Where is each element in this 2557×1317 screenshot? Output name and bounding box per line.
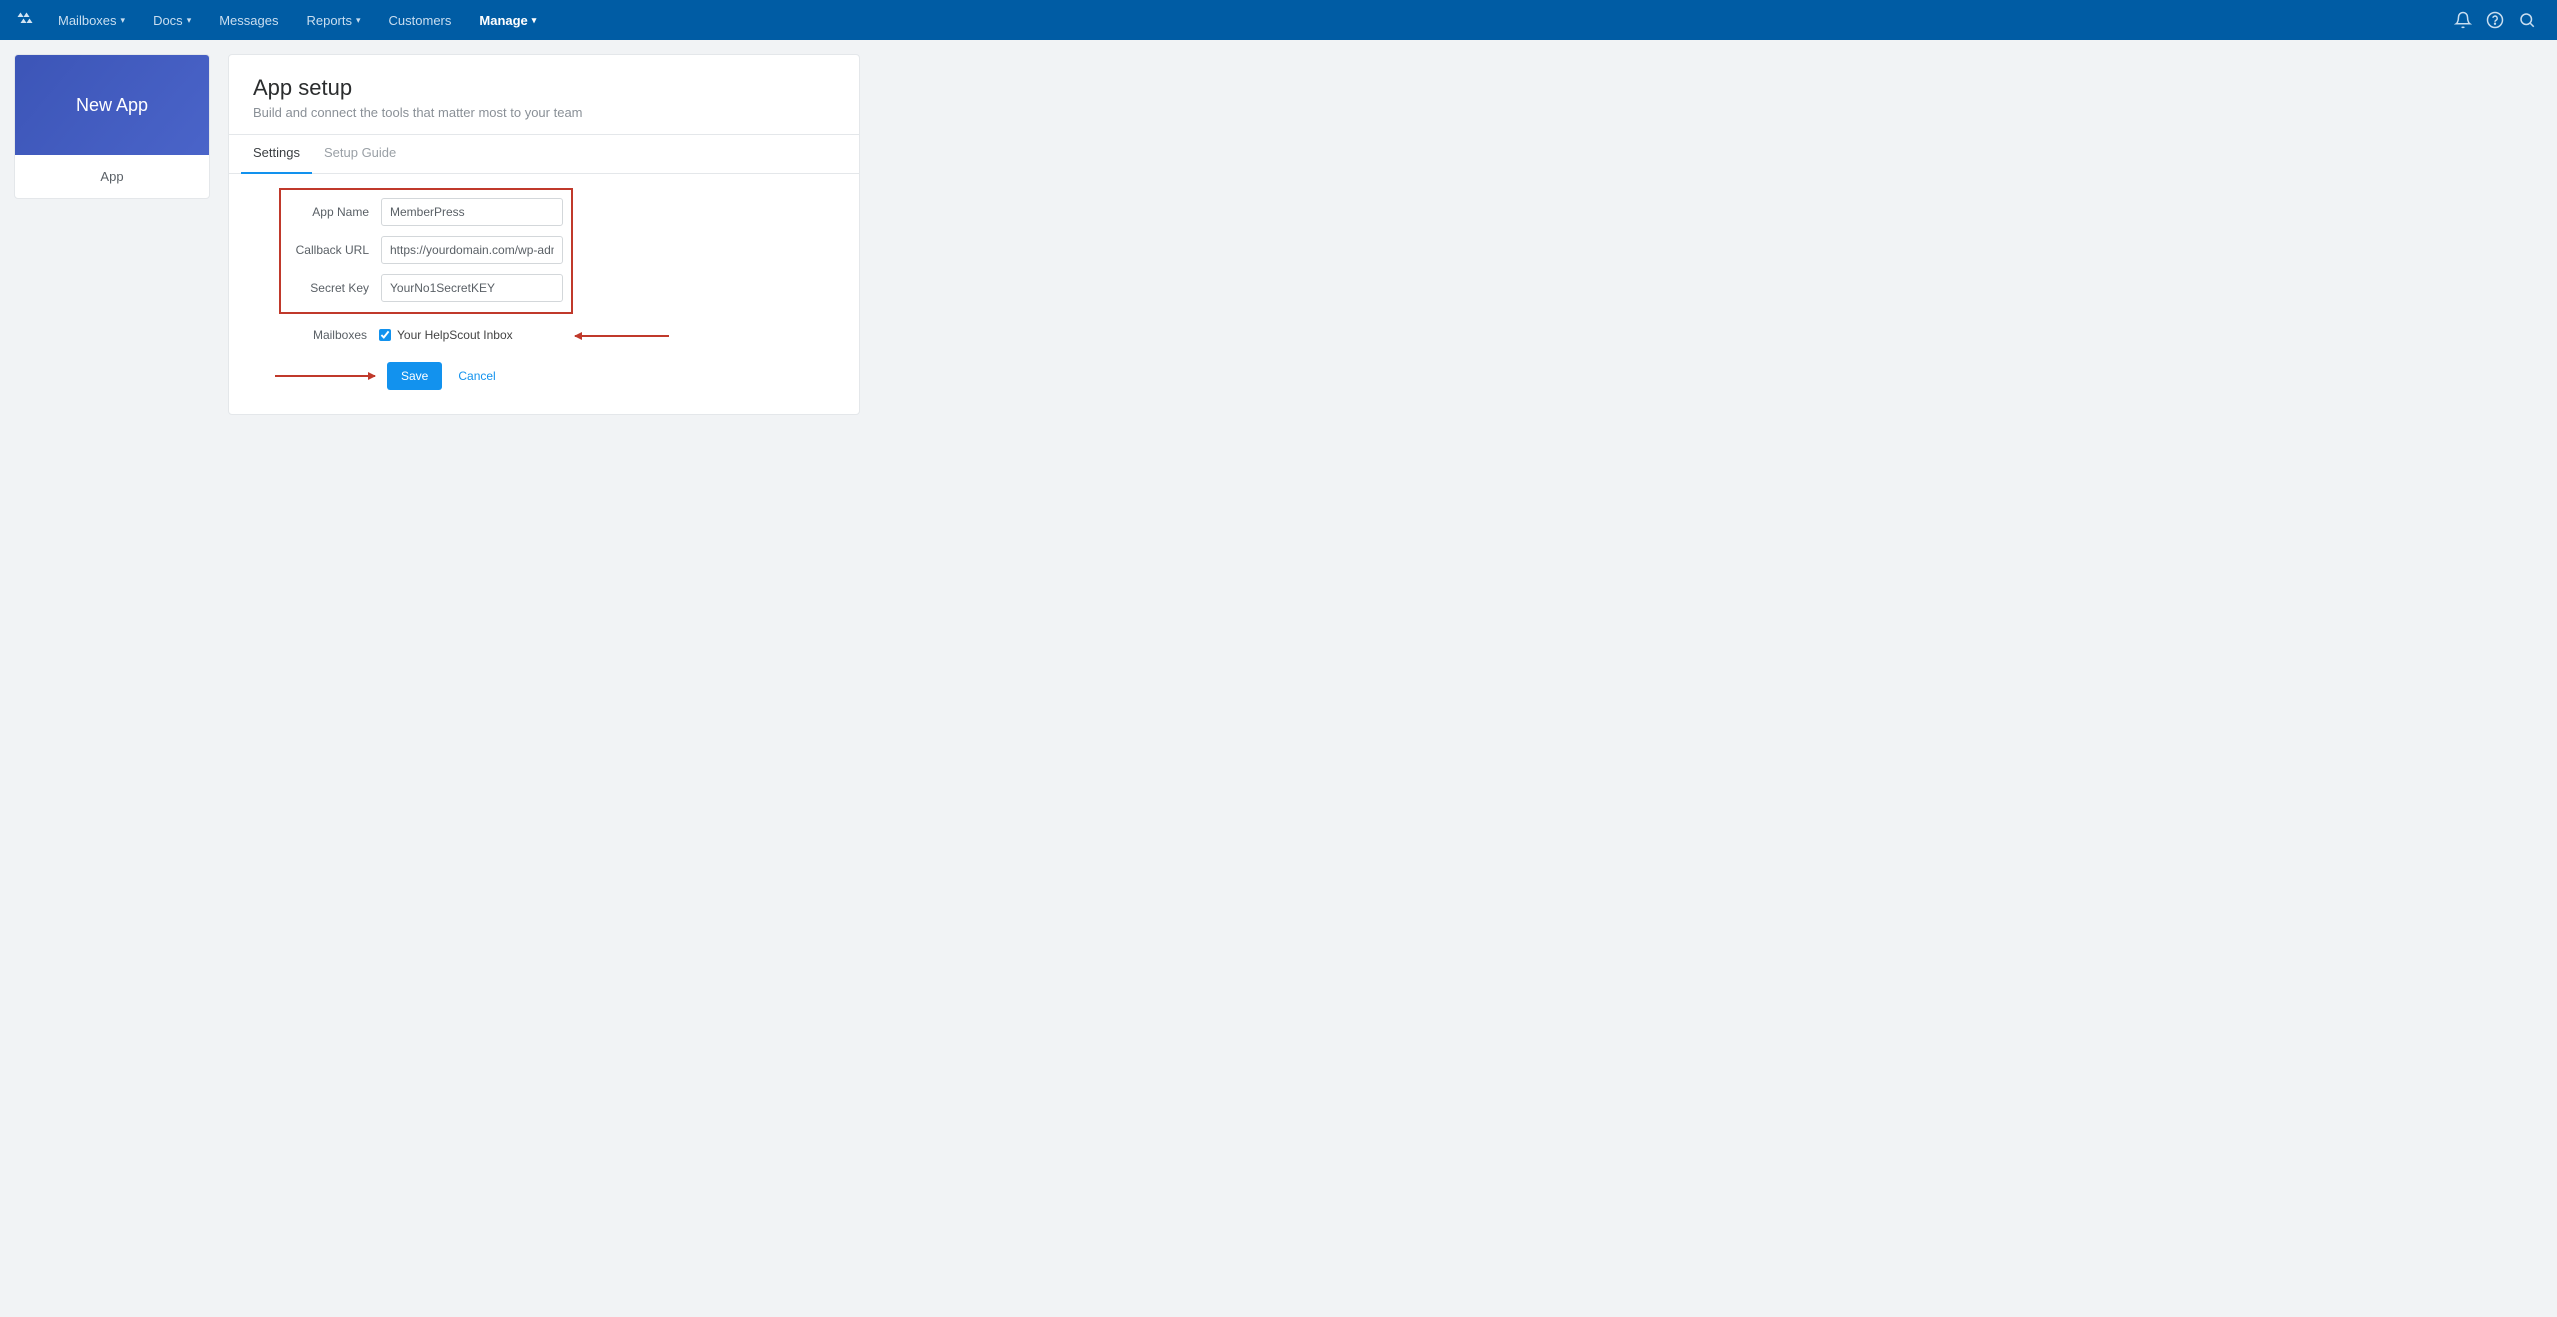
app-card-row-label: App xyxy=(100,169,123,184)
chevron-down-icon: ▾ xyxy=(356,15,361,26)
settings-panel: App setup Build and connect the tools th… xyxy=(228,54,860,415)
help-icon xyxy=(2486,11,2504,29)
nav-docs[interactable]: Docs ▾ xyxy=(141,5,203,36)
mailbox-option-label: Your HelpScout Inbox xyxy=(397,328,513,342)
row-mailboxes: Mailboxes Your HelpScout Inbox xyxy=(279,328,835,342)
top-nav: Mailboxes ▾ Docs ▾ Messages Reports ▾ Custo… xyxy=(0,0,2557,40)
secret-input[interactable] xyxy=(381,274,563,302)
nav-docs-label: Docs xyxy=(153,13,183,28)
callback-input[interactable] xyxy=(381,236,563,264)
bell-icon xyxy=(2454,11,2472,29)
save-button[interactable]: Save xyxy=(387,362,442,390)
tab-setup-guide[interactable]: Setup Guide xyxy=(312,135,408,174)
nav-mailboxes[interactable]: Mailboxes ▾ xyxy=(46,5,137,36)
app-card-title: New App xyxy=(76,95,148,116)
chevron-down-icon: ▾ xyxy=(121,15,126,26)
page-title: App setup xyxy=(253,75,835,101)
secret-label: Secret Key xyxy=(289,281,381,295)
nav-reports[interactable]: Reports ▾ xyxy=(294,5,372,36)
app-name-label: App Name xyxy=(289,205,381,219)
help-button[interactable] xyxy=(2479,4,2511,36)
nav-reports-label: Reports xyxy=(306,13,352,28)
nav-items: Mailboxes ▾ Docs ▾ Messages Reports ▾ Custo… xyxy=(46,5,548,36)
nav-messages[interactable]: Messages xyxy=(207,5,290,36)
nav-mailboxes-label: Mailboxes xyxy=(58,13,117,28)
nav-manage[interactable]: Manage ▾ xyxy=(467,5,548,36)
callback-label: Callback URL xyxy=(289,243,381,257)
search-icon xyxy=(2518,11,2536,29)
search-button[interactable] xyxy=(2511,4,2543,36)
annotation-arrow-mailbox xyxy=(575,335,669,337)
cancel-link-label: Cancel xyxy=(458,369,495,383)
row-secret: Secret Key xyxy=(289,274,563,302)
tab-settings[interactable]: Settings xyxy=(241,135,312,174)
panel-header: App setup Build and connect the tools th… xyxy=(229,55,859,135)
helpscout-logo-icon[interactable] xyxy=(14,9,36,31)
app-card-row[interactable]: App xyxy=(15,155,209,198)
nav-manage-label: Manage xyxy=(479,13,527,28)
mailbox-checkbox[interactable] xyxy=(379,329,391,341)
page-subtitle: Build and connect the tools that matter … xyxy=(253,105,835,120)
tabs: Settings Setup Guide xyxy=(229,135,859,174)
tab-setup-guide-label: Setup Guide xyxy=(324,145,396,160)
chevron-down-icon: ▾ xyxy=(532,15,537,26)
highlight-box: App Name Callback URL Secret Key xyxy=(279,188,573,314)
save-button-label: Save xyxy=(401,369,428,383)
app-card-hero: New App xyxy=(15,55,209,155)
app-name-input[interactable] xyxy=(381,198,563,226)
tab-settings-label: Settings xyxy=(253,145,300,160)
nav-customers-label: Customers xyxy=(389,13,452,28)
annotation-arrow-save xyxy=(275,375,375,377)
mailboxes-label: Mailboxes xyxy=(279,328,379,342)
main-content: New App App App setup Build and connect … xyxy=(0,40,2557,429)
form-area: App Name Callback URL Secret Key Mailbox… xyxy=(229,174,859,414)
chevron-down-icon: ▾ xyxy=(187,15,192,26)
button-row: Save Cancel xyxy=(387,362,835,390)
row-app-name: App Name xyxy=(289,198,563,226)
nav-customers[interactable]: Customers xyxy=(377,5,464,36)
cancel-link[interactable]: Cancel xyxy=(458,369,495,383)
nav-messages-label: Messages xyxy=(219,13,278,28)
row-callback: Callback URL xyxy=(289,236,563,264)
app-card: New App App xyxy=(14,54,210,199)
notifications-button[interactable] xyxy=(2447,4,2479,36)
